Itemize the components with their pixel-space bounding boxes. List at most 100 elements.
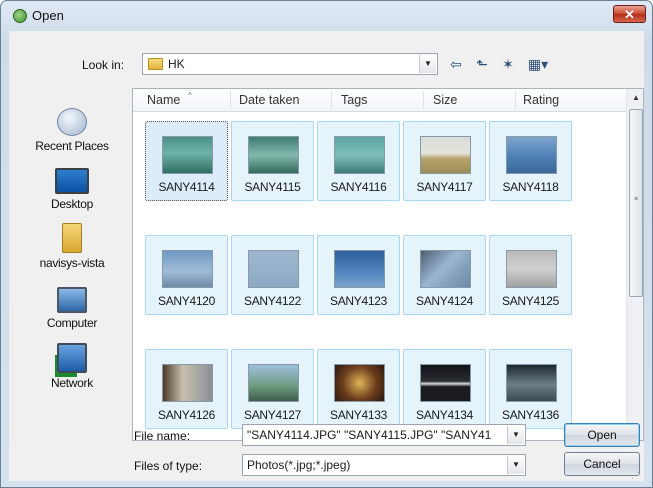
photo-thumbnail xyxy=(162,136,213,174)
network-icon xyxy=(57,343,87,373)
views-menu-icon: ▦▾ xyxy=(527,56,549,72)
file-name-text: SANY4114 xyxy=(158,180,215,194)
sort-ascending-icon: ^ xyxy=(188,91,192,100)
place-navisys-vista[interactable]: navisys-vista xyxy=(17,223,127,270)
open-button[interactable]: Open xyxy=(564,423,640,447)
photo-thumbnail xyxy=(248,364,299,402)
place-network[interactable]: Network xyxy=(17,343,127,390)
file-name-text: SANY4122 xyxy=(244,294,301,308)
photo-thumbnail xyxy=(248,136,299,174)
file-name-input[interactable]: "SANY4114.JPG" "SANY4115.JPG" "SANY41 xyxy=(247,428,505,442)
open-dialog: Open ✕ Look in: HK ▼ ⇦ ⬑ ✶ ▦▾ Recent Pla… xyxy=(0,0,653,488)
column-header-rating[interactable]: Rating xyxy=(523,93,559,107)
file-item[interactable]: SANY4136 xyxy=(489,349,572,429)
look-in-value: HK xyxy=(168,57,185,71)
column-header-name[interactable]: Name xyxy=(147,93,180,107)
title-bar[interactable]: Open ✕ xyxy=(1,1,652,31)
photo-thumbnail xyxy=(420,364,471,402)
look-in-label: Look in: xyxy=(82,58,125,72)
file-name-text: SANY4124 xyxy=(416,294,473,308)
scrollbar-thumb[interactable]: ≡ xyxy=(629,109,643,297)
file-name-text: SANY4123 xyxy=(330,294,387,308)
file-name-text: SANY4117 xyxy=(416,180,473,194)
back-icon: ⇦ xyxy=(450,56,462,72)
place-label: Desktop xyxy=(51,197,93,211)
file-item[interactable]: SANY4126 xyxy=(145,349,228,429)
desktop-icon xyxy=(55,168,89,194)
file-item[interactable]: SANY4133 xyxy=(317,349,400,429)
place-desktop[interactable]: Desktop xyxy=(17,168,127,211)
grip-icon: ≡ xyxy=(634,196,639,203)
file-name-text: SANY4133 xyxy=(330,408,387,422)
place-label: Recent Places xyxy=(35,139,109,153)
dialog-title: Open xyxy=(32,8,64,23)
file-list-view[interactable]: Name ^ Date taken Tags Size Rating SANY4… xyxy=(132,88,644,441)
user-folder-icon xyxy=(62,223,82,253)
file-name-text: SANY4136 xyxy=(502,408,559,422)
dialog-app-icon xyxy=(13,9,27,23)
file-name-text: SANY4126 xyxy=(158,408,215,422)
up-folder-icon: ⬑ xyxy=(476,56,488,72)
photo-thumbnail xyxy=(506,136,557,174)
file-item[interactable]: SANY4117 xyxy=(403,121,486,201)
resize-grip-icon[interactable]: ⋰ xyxy=(631,471,641,481)
file-item[interactable]: SANY4127 xyxy=(231,349,314,429)
file-type-select[interactable]: Photos(*.jpg;*.jpeg) ▼ xyxy=(242,454,526,476)
file-item[interactable]: SANY4114 xyxy=(145,121,228,201)
file-type-value: Photos(*.jpg;*.jpeg) xyxy=(247,458,351,472)
file-name-combo[interactable]: "SANY4114.JPG" "SANY4115.JPG" "SANY41 ▼ xyxy=(242,424,526,446)
file-item[interactable]: SANY4120 xyxy=(145,235,228,315)
vertical-scrollbar[interactable]: ▲ ≡ ▼ xyxy=(626,89,643,440)
file-item[interactable]: SANY4115 xyxy=(231,121,314,201)
photo-thumbnail xyxy=(248,250,299,288)
place-label: Computer xyxy=(46,316,98,330)
photo-thumbnail xyxy=(162,250,213,288)
file-item[interactable]: SANY4124 xyxy=(403,235,486,315)
photo-thumbnail xyxy=(420,136,471,174)
photo-thumbnail xyxy=(506,250,557,288)
file-item[interactable]: SANY4118 xyxy=(489,121,572,201)
photo-thumbnail xyxy=(506,364,557,402)
views-menu-button[interactable]: ▦▾ xyxy=(523,53,553,75)
close-button[interactable]: ✕ xyxy=(613,5,646,23)
place-recent-places[interactable]: Recent Places xyxy=(17,108,127,153)
dialog-content: Look in: HK ▼ ⇦ ⬑ ✶ ▦▾ Recent Places Des… xyxy=(9,31,644,481)
up-folder-button[interactable]: ⬑ xyxy=(471,53,493,75)
place-label: navisys-vista xyxy=(39,256,105,270)
file-name-label: File name: xyxy=(134,429,191,443)
file-item[interactable]: SANY4134 xyxy=(403,349,486,429)
column-header-date-taken[interactable]: Date taken xyxy=(239,93,299,107)
folder-icon xyxy=(148,58,163,70)
thumbnail-grid: SANY4114 SANY4115 SANY4116 SANY4117 SANY4118… xyxy=(133,111,626,440)
photo-thumbnail xyxy=(334,136,385,174)
file-name-text: SANY4116 xyxy=(330,180,387,194)
file-name-text: SANY4118 xyxy=(502,180,559,194)
chevron-down-icon[interactable]: ▼ xyxy=(507,426,524,444)
computer-icon xyxy=(57,287,87,313)
look-in-combo[interactable]: HK ▼ xyxy=(142,53,438,75)
new-folder-button[interactable]: ✶ xyxy=(497,53,519,75)
file-type-label: Files of type: xyxy=(134,459,203,473)
file-name-text: SANY4120 xyxy=(158,294,215,308)
file-item[interactable]: SANY4125 xyxy=(489,235,572,315)
file-item[interactable]: SANY4123 xyxy=(317,235,400,315)
scroll-up-icon[interactable]: ▲ xyxy=(629,91,643,105)
photo-thumbnail xyxy=(334,250,385,288)
file-name-text: SANY4115 xyxy=(244,180,301,194)
place-label: Network xyxy=(51,376,93,390)
new-folder-icon: ✶ xyxy=(502,56,514,72)
file-name-text: SANY4125 xyxy=(502,294,559,308)
place-computer[interactable]: Computer xyxy=(17,287,127,330)
back-button[interactable]: ⇦ xyxy=(445,53,467,75)
column-header-row: Name ^ Date taken Tags Size Rating xyxy=(133,89,626,112)
column-header-tags[interactable]: Tags xyxy=(341,93,367,107)
chevron-down-icon[interactable]: ▼ xyxy=(507,456,524,474)
column-header-size[interactable]: Size xyxy=(433,93,457,107)
file-item[interactable]: SANY4116 xyxy=(317,121,400,201)
photo-thumbnail xyxy=(420,250,471,288)
file-item[interactable]: SANY4122 xyxy=(231,235,314,315)
cancel-button[interactable]: Cancel xyxy=(564,452,640,476)
photo-thumbnail xyxy=(162,364,213,402)
chevron-down-icon[interactable]: ▼ xyxy=(419,55,436,73)
recent-places-icon xyxy=(57,108,87,136)
